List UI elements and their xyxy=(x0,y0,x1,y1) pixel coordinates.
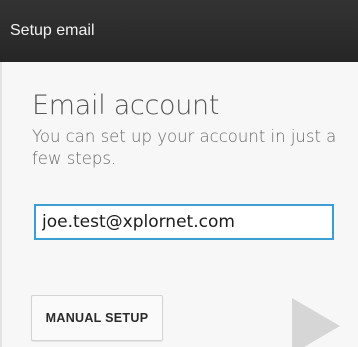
next-button[interactable] xyxy=(290,290,350,347)
content-area: Email account You can set up your accoun… xyxy=(0,62,358,347)
play-arrow-icon xyxy=(292,298,340,347)
setup-email-screen: Setup email Email account You can set up… xyxy=(0,0,358,347)
email-field[interactable] xyxy=(34,204,334,240)
page-heading: Email account xyxy=(32,90,220,121)
divider xyxy=(0,62,2,347)
action-bar-title: Setup email xyxy=(10,22,95,39)
page-subtext: You can set up your account in just a fe… xyxy=(32,127,337,168)
action-bar: Setup email xyxy=(0,0,358,62)
manual-setup-button[interactable]: MANUAL SETUP xyxy=(31,295,163,341)
